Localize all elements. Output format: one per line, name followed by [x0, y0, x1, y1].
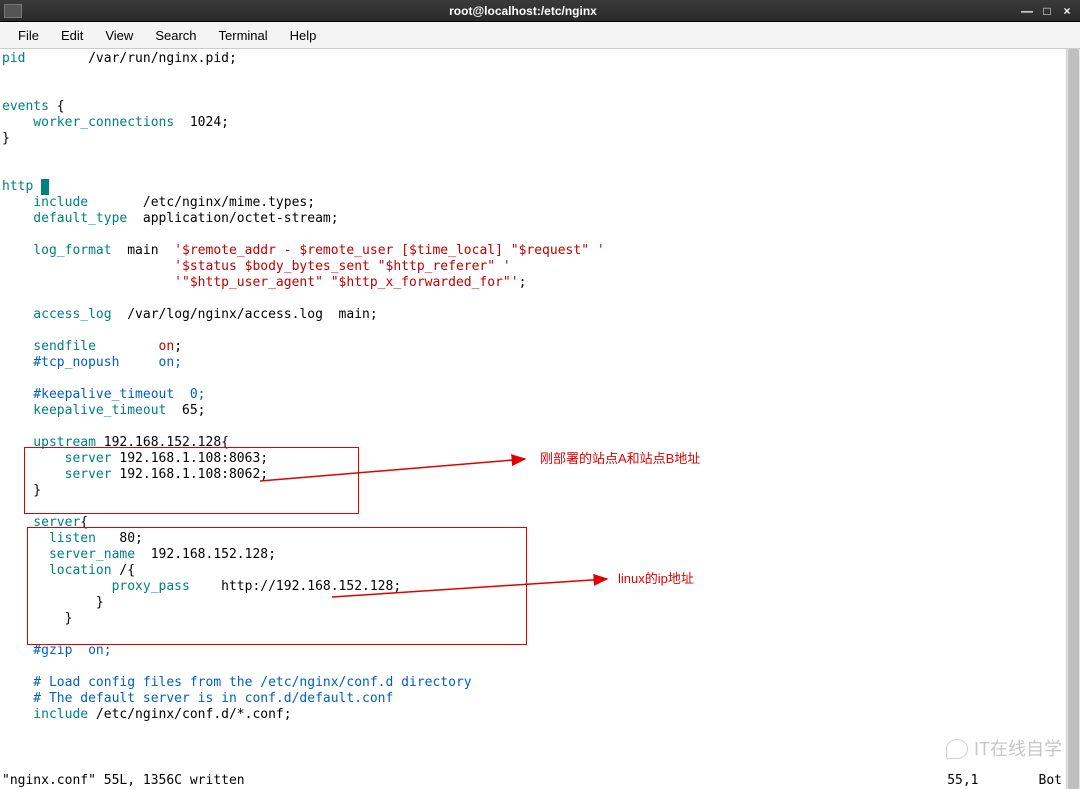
maximize-button[interactable]: □	[1040, 4, 1054, 18]
status-message: "nginx.conf" 55L, 1356C written	[2, 773, 947, 789]
status-scroll: Bot	[1039, 773, 1066, 789]
close-button[interactable]: ×	[1060, 4, 1074, 18]
menu-view[interactable]: View	[95, 25, 143, 46]
watermark-text: IT在线自学	[974, 741, 1062, 757]
scrollbar-thumb[interactable]	[1068, 49, 1079, 789]
vim-statusbar: "nginx.conf" 55L, 1356C written 55,1 Bot	[0, 773, 1066, 789]
menu-edit[interactable]: Edit	[51, 25, 93, 46]
minimize-button[interactable]: —	[1020, 4, 1034, 18]
menu-terminal[interactable]: Terminal	[209, 25, 278, 46]
menu-file[interactable]: File	[8, 25, 49, 46]
cursor	[41, 179, 49, 195]
terminal-pane[interactable]: pid /var/run/nginx.pid; events { worker_…	[0, 49, 1080, 789]
menu-search[interactable]: Search	[145, 25, 206, 46]
scrollbar[interactable]	[1066, 49, 1080, 789]
menu-help[interactable]: Help	[280, 25, 327, 46]
annotation-text-2: linux的ip地址	[618, 571, 694, 587]
window-titlebar: root@localhost:/etc/nginx — □ ×	[0, 0, 1080, 22]
status-position: 55,1	[947, 773, 1038, 789]
wechat-icon	[946, 739, 968, 759]
window-icon	[4, 4, 22, 18]
editor-content[interactable]: pid /var/run/nginx.pid; events { worker_…	[0, 49, 1080, 723]
watermark: IT在线自学	[946, 739, 1062, 759]
annotation-text-1: 刚部署的站点A和站点B地址	[540, 451, 700, 467]
window-buttons: — □ ×	[1020, 4, 1080, 18]
window-title: root@localhost:/etc/nginx	[26, 4, 1020, 18]
menubar: File Edit View Search Terminal Help	[0, 22, 1080, 49]
